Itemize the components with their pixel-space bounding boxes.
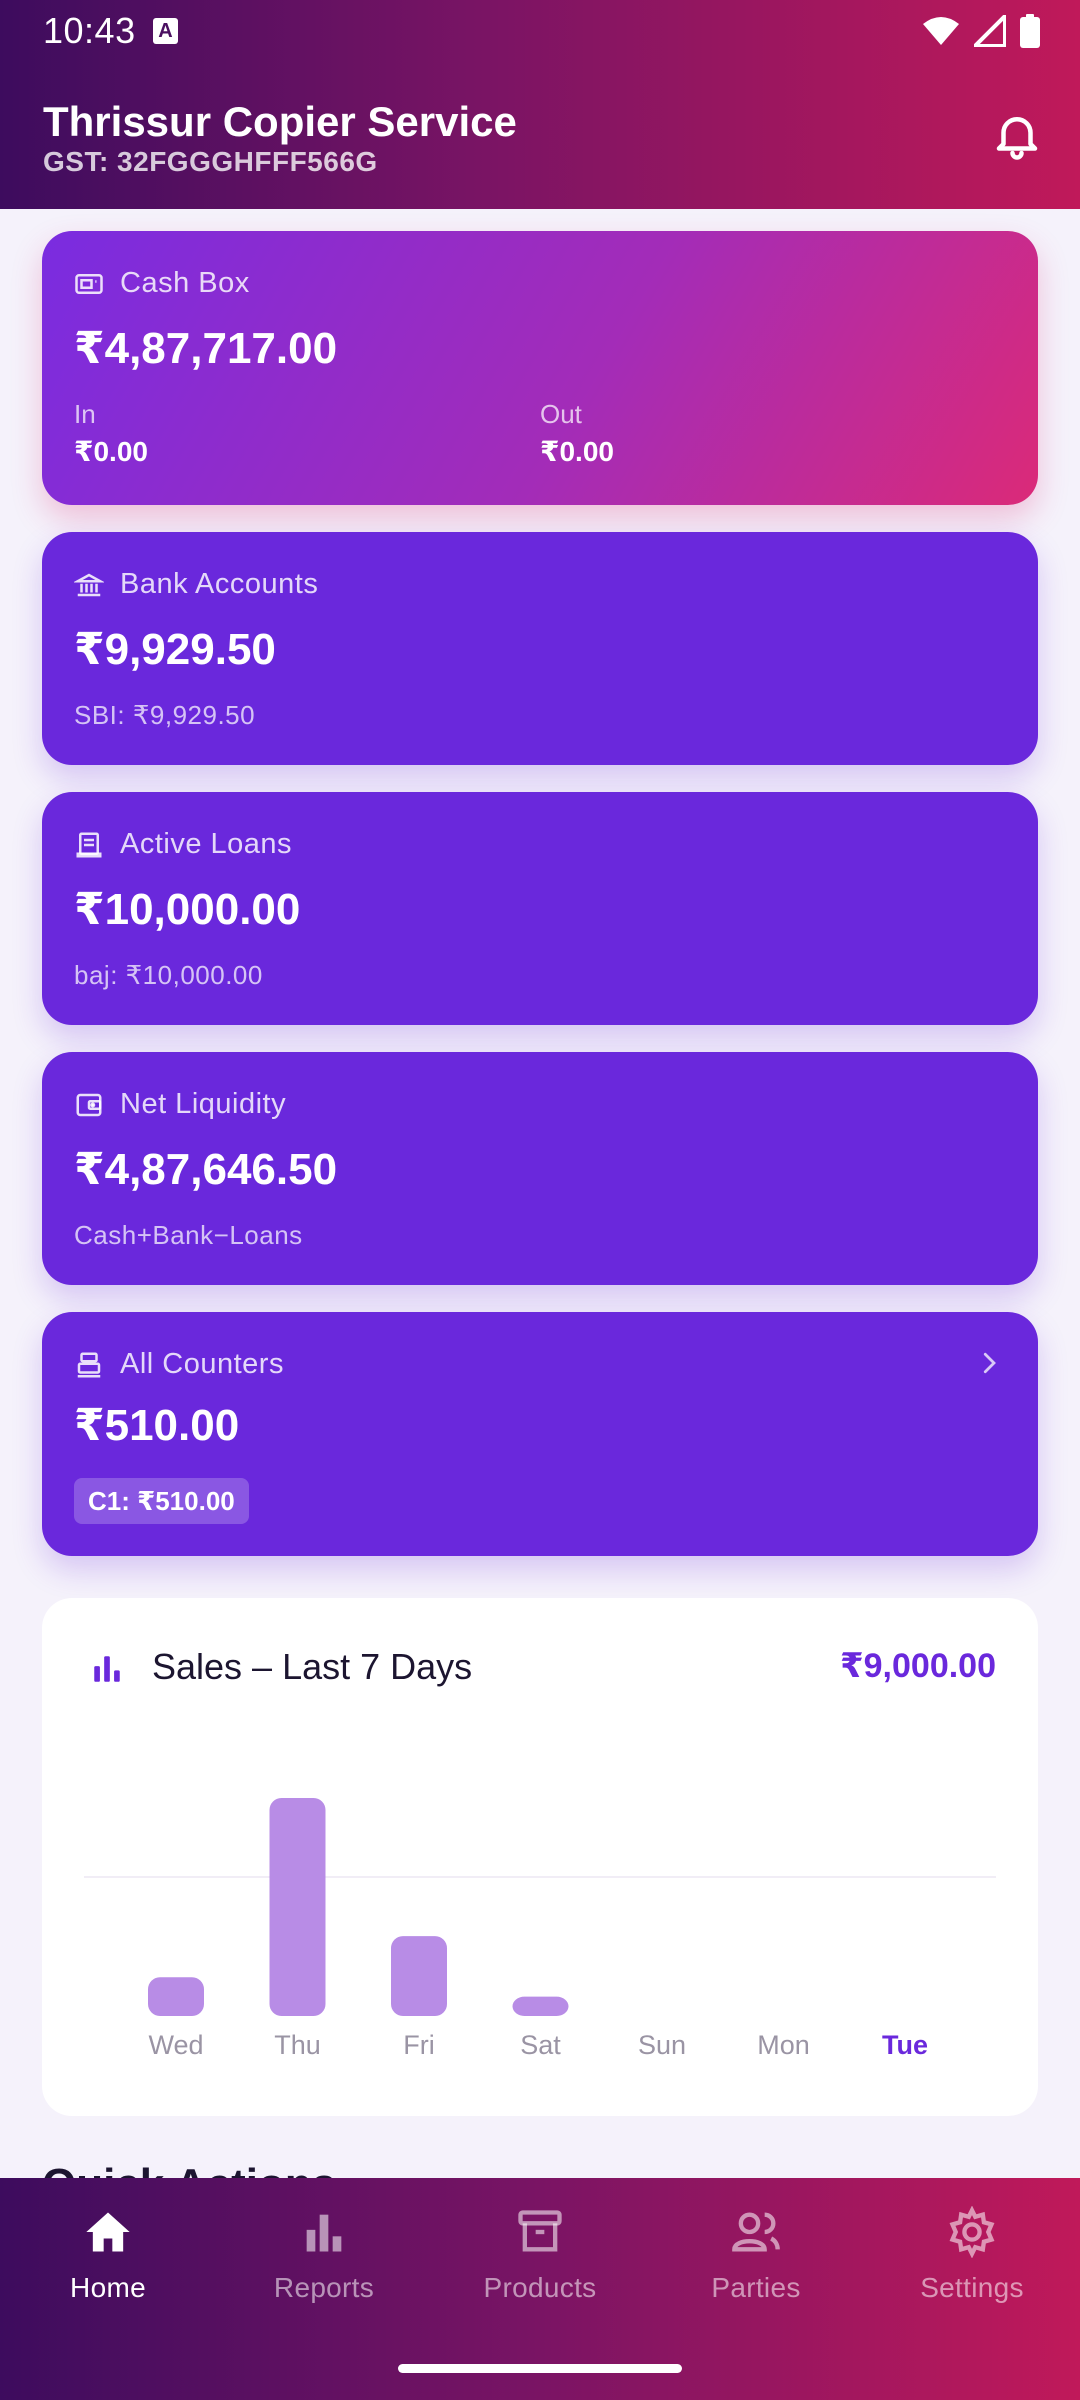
app-header: 10:43 A Thrissur Copier Service GST: 32F… [0, 0, 1080, 209]
receipt-icon [76, 832, 102, 857]
sales-bar-chart: Wed Thu Fri Sat Sun Mon Tue [148, 1798, 928, 2060]
all-counters-header: All Counters [74, 1348, 284, 1381]
notification-icon: A [153, 18, 178, 44]
bell-icon[interactable] [990, 108, 1044, 162]
nav-parties[interactable]: Parties [648, 2206, 864, 2326]
home-indicator [398, 2364, 682, 2373]
bank-accounts-header: Bank Accounts [74, 568, 318, 601]
chart-bar-fri [391, 1936, 447, 2016]
signal-icon [974, 15, 1006, 47]
chart-tick-tue: Tue [882, 2030, 928, 2060]
chart-tick-sat: Sat [520, 2030, 561, 2060]
cash-out-value: ₹0.00 [540, 436, 614, 467]
all-counters-card[interactable]: All Counters ₹510.00 C1: ₹510.00 [42, 1312, 1038, 1556]
nav-home[interactable]: Home [0, 2206, 216, 2326]
counter-chip[interactable]: C1: ₹510.00 [74, 1478, 249, 1524]
register-icon [77, 1352, 101, 1377]
active-loans-header: Active Loans [74, 828, 292, 861]
gear-icon [949, 2206, 995, 2258]
all-counters-label: All Counters [120, 1348, 284, 1380]
cash-box-card[interactable]: Cash Box ₹4,87,717.00 In ₹0.00 Out ₹0.00 [42, 231, 1038, 505]
status-icons [922, 14, 1040, 48]
cash-register-icon [75, 273, 103, 294]
nav-settings-label: Settings [920, 2272, 1024, 2303]
cash-in-label: In [74, 399, 96, 429]
chart-tick-fri: Fri [403, 2030, 434, 2060]
status-bar: 10:43 A [0, 0, 1080, 62]
chart-bar-sat [512, 1996, 569, 2016]
active-loans-amount: ₹10,000.00 [74, 885, 301, 934]
net-liquidity-card[interactable]: Net Liquidity ₹4,87,646.50 Cash+Bank−Loa… [42, 1052, 1038, 1285]
chart-bar-thu [269, 1798, 326, 2016]
active-loans-label: Active Loans [120, 828, 293, 860]
chevron-right-icon[interactable] [974, 1348, 1004, 1378]
bank-accounts-detail: SBI: ₹9,929.50 [74, 700, 256, 730]
bank-accounts-label: Bank Accounts [120, 568, 319, 600]
home-icon [86, 2212, 130, 2252]
all-counters-amount: ₹510.00 [74, 1401, 240, 1450]
bank-icon [74, 573, 104, 596]
bank-accounts-amount: ₹9,929.50 [74, 625, 276, 674]
cash-out-label: Out [540, 399, 582, 429]
gst-number: GST: 32FGGGHFFF566G [43, 146, 378, 177]
archive-box-icon [518, 2210, 562, 2252]
cash-box-amount: ₹4,87,717.00 [74, 324, 338, 373]
wifi-icon [923, 17, 959, 45]
chart-tick-mon: Mon [757, 2030, 810, 2060]
cash-box-header: Cash Box [74, 267, 250, 300]
nav-reports-label: Reports [273, 2272, 375, 2303]
bank-accounts-card[interactable]: Bank Accounts ₹9,929.50 SBI: ₹9,929.50 [42, 532, 1038, 765]
nav-reports[interactable]: Reports [216, 2206, 432, 2326]
net-liquidity-formula: Cash+Bank−Loans [74, 1220, 303, 1250]
page-title: Thrissur Copier Service [43, 98, 517, 145]
nav-parties-label: Parties [711, 2272, 801, 2303]
cash-box-label: Cash Box [120, 267, 250, 299]
chart-tick-sun: Sun [638, 2030, 686, 2060]
chart-tick-wed: Wed [148, 2030, 203, 2060]
wallet-icon [76, 1093, 102, 1116]
active-loans-card[interactable]: Active Loans ₹10,000.00 baj: ₹10,000.00 [42, 792, 1038, 1025]
nav-home-label: Home [70, 2272, 146, 2303]
net-liquidity-amount: ₹4,87,646.50 [74, 1145, 338, 1194]
active-loans-detail: baj: ₹10,000.00 [74, 960, 263, 990]
net-liquidity-header: Net Liquidity [74, 1088, 286, 1121]
nav-settings[interactable]: Settings [864, 2206, 1080, 2326]
net-liquidity-label: Net Liquidity [120, 1088, 287, 1120]
status-time: 10:43 [43, 10, 136, 51]
users-icon [732, 2212, 780, 2252]
chart-tick-thu: Thu [274, 2030, 321, 2060]
bar-chart-icon [306, 2214, 342, 2252]
nav-products[interactable]: Products [432, 2206, 648, 2326]
chart-bar-wed [148, 1977, 204, 2016]
nav-products-label: Products [483, 2272, 597, 2303]
sales-chart-card: Sales – Last 7 Days ₹9,000.00 Wed Thu Fri S… [42, 1598, 1038, 2116]
battery-icon [1020, 14, 1040, 48]
cash-in-value: ₹0.00 [74, 436, 148, 467]
